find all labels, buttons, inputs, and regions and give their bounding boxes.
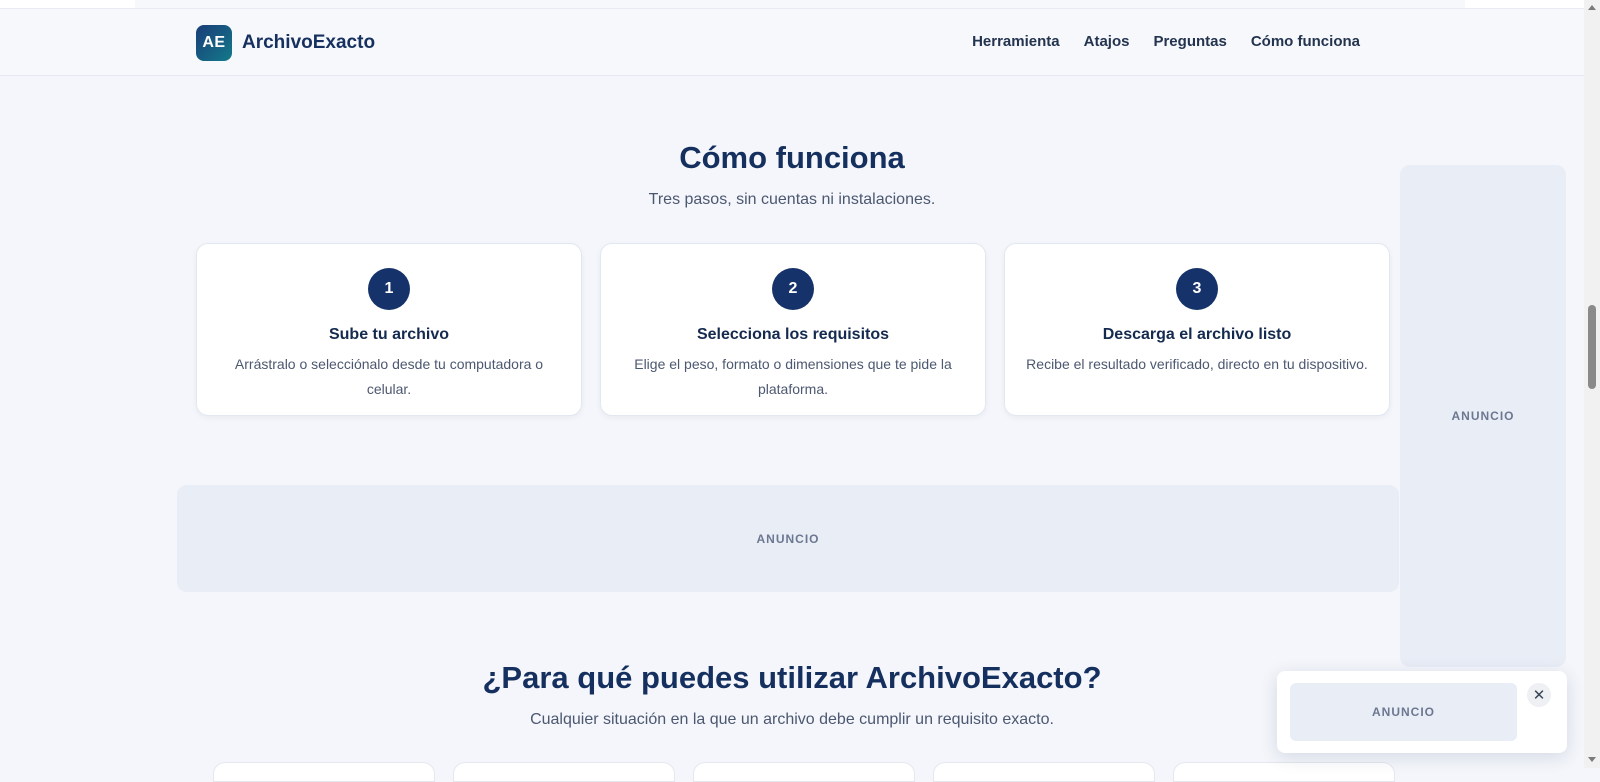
top-strip-inner [135,0,1465,8]
step-number-badge: 1 [368,268,410,310]
scroll-down-arrow-icon[interactable] [1588,757,1596,762]
use-case-card[interactable] [933,762,1155,782]
steps-row: 1 Sube tu archivo Arrástralo o selección… [196,243,1390,416]
brand-logo-icon: AE [196,25,232,61]
browser-top-strip [0,0,1584,9]
step-description: Recibe el resultado verificado, directo … [1026,356,1368,372]
use-case-card[interactable] [453,762,675,782]
ad-sidebar[interactable]: ANUNCIO [1400,165,1566,667]
nav-link-preguntas[interactable]: Preguntas [1153,33,1226,50]
scroll-up-arrow-icon[interactable] [1588,5,1596,10]
step-title: Sube tu archivo [328,326,450,343]
ad-banner[interactable]: ANUNCIO [177,485,1399,592]
how-it-works-title: Cómo funciona [679,140,905,175]
use-case-card[interactable] [213,762,435,782]
brand-link[interactable]: AE ArchivoExacto [196,25,375,61]
step-number-badge: 2 [772,268,814,310]
ad-popup: ANUNCIO ✕ [1277,671,1567,753]
step-description: Elige el peso, formato o dimensiones que… [634,356,952,397]
brand-name: ArchivoExacto [242,32,376,53]
use-case-card[interactable] [1173,762,1395,782]
site-header: AE ArchivoExacto Herramienta Atajos Preg… [0,9,1584,76]
step-title: Selecciona los requisitos [696,326,890,343]
page-scrollbar[interactable] [1584,0,1600,768]
nav-link-atajos[interactable]: Atajos [1084,33,1130,50]
nav-link-como-funciona[interactable]: Cómo funciona [1251,33,1360,50]
step-card-3: 3 Descarga el archivo listo Recibe el re… [1004,243,1390,416]
step-card-1: 1 Sube tu archivo Arrástralo o selección… [196,243,582,416]
step-card-2: 2 Selecciona los requisitos Elige el pes… [600,243,986,416]
step-number-badge: 3 [1176,268,1218,310]
nav-link-herramienta[interactable]: Herramienta [972,33,1060,50]
main-nav: Herramienta Atajos Preguntas Cómo funcio… [972,33,1360,50]
use-case-card[interactable] [693,762,915,782]
close-icon[interactable]: ✕ [1527,683,1551,707]
step-description: Arrástralo o selecciónalo desde tu compu… [234,356,544,397]
ad-popup-content[interactable]: ANUNCIO [1290,683,1517,741]
how-it-works-subtitle: Tres pasos, sin cuentas ni instalaciones… [648,191,936,208]
step-title: Descarga el archivo listo [1102,326,1292,343]
scrollbar-thumb[interactable] [1588,305,1596,389]
use-case-cards-row [213,762,1395,782]
